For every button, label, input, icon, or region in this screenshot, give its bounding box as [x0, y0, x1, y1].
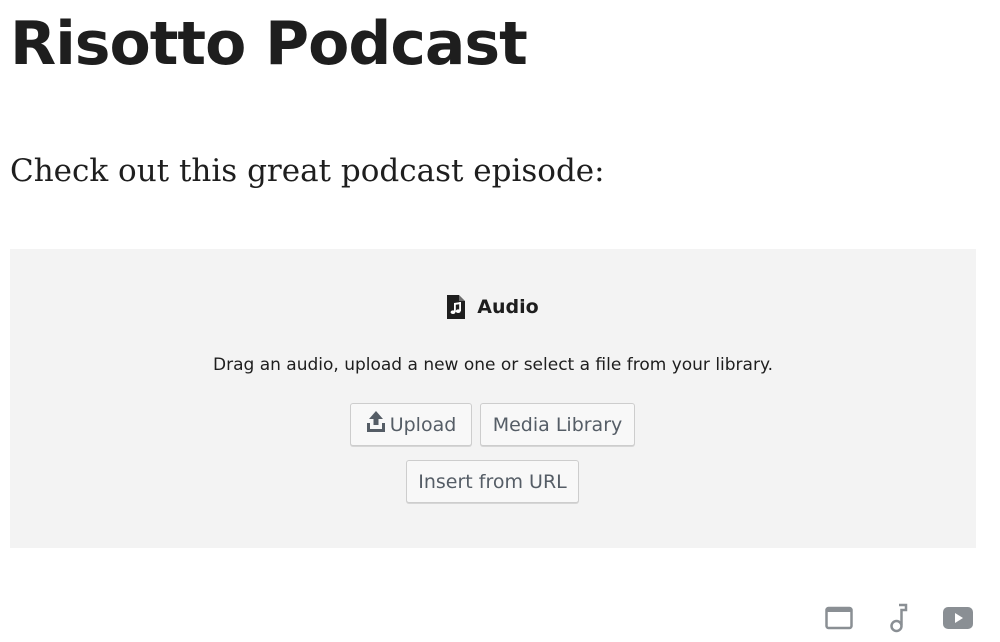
audio-block-placeholder[interactable]: Audio Drag an audio, upload a new one or…	[10, 249, 976, 548]
upload-icon	[366, 411, 386, 438]
audio-block-title: Audio	[477, 296, 539, 318]
insert-from-url-button[interactable]: Insert from URL	[406, 460, 579, 503]
window-icon[interactable]	[824, 603, 854, 633]
audio-block-label: Audio	[10, 295, 976, 319]
audio-file-icon	[447, 295, 466, 319]
paragraph-block[interactable]: Check out this great podcast episode:	[10, 150, 605, 192]
video-icon[interactable]	[943, 603, 973, 633]
audio-block-instructions: Drag an audio, upload a new one or selec…	[213, 355, 773, 375]
upload-button[interactable]: Upload	[350, 403, 472, 446]
upload-button-label: Upload	[389, 413, 457, 436]
media-library-button[interactable]: Media Library	[480, 403, 635, 446]
post-title[interactable]: Risotto Podcast	[10, 4, 528, 84]
music-note-icon[interactable]	[884, 603, 914, 633]
